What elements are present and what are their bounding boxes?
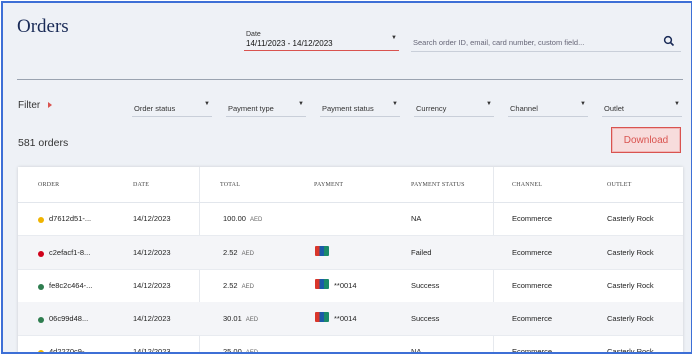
table-row[interactable]: fe8c2c464-... 14/12/2023 2.52 AED **0014 Succ… [18, 269, 683, 303]
total-amount: 2.52 [223, 281, 238, 290]
caret-down-icon: ▼ [580, 101, 586, 107]
unionpay-card-icon [315, 246, 329, 256]
column-header-date[interactable]: Date [133, 182, 149, 188]
date-label: Date [246, 31, 261, 38]
order-total: 30.01 AED [223, 314, 258, 323]
order-id: d7612d51-... [49, 214, 92, 223]
column-header-channel[interactable]: Channel [512, 182, 542, 188]
dropdown-label: Payment type [228, 104, 274, 113]
currency-code: AED [245, 350, 259, 354]
currency-code: AED [245, 317, 259, 323]
status-dot-icon [38, 251, 44, 257]
order-date: 14/12/2023 [133, 281, 171, 290]
search-icon[interactable] [663, 35, 675, 47]
payment-status: Failed [411, 248, 432, 257]
currency-code: AED [249, 217, 263, 223]
channel: Ecommerce [512, 281, 553, 290]
orders-table: Order Date Total Payment Payment Status … [18, 167, 683, 354]
column-header-total[interactable]: Total [220, 182, 240, 188]
unionpay-card-icon [315, 312, 329, 322]
currency-dropdown[interactable]: Currency ▼ [414, 101, 494, 117]
order-id: 06c99d48... [49, 314, 89, 323]
outlet: Casterly Rock [607, 214, 654, 223]
status-dot-icon [38, 350, 44, 352]
caret-down-icon: ▼ [392, 101, 398, 107]
unionpay-card-icon [315, 279, 329, 289]
channel-dropdown[interactable]: Channel ▼ [508, 101, 588, 117]
payment-status: Success [411, 281, 440, 290]
column-header-payment-status[interactable]: Payment Status [411, 182, 465, 188]
payment-type-dropdown[interactable]: Payment type ▼ [226, 101, 306, 117]
payment-status-dropdown[interactable]: Payment status ▼ [320, 101, 400, 117]
outlet: Casterly Rock [607, 248, 654, 257]
column-header-outlet[interactable]: Outlet [607, 182, 632, 188]
channel: Ecommerce [512, 214, 553, 223]
dropdown-label: Order status [134, 104, 176, 113]
dropdown-label: Currency [416, 104, 447, 113]
table-header: Order Date Total Payment Payment Status … [18, 167, 683, 203]
page-title: Orders [17, 16, 69, 37]
column-header-payment[interactable]: Payment [314, 182, 343, 188]
caret-down-icon: ▼ [674, 101, 680, 107]
orders-count: 581 orders [18, 137, 69, 149]
total-amount: 100.00 [223, 214, 246, 223]
order-date: 14/12/2023 [133, 214, 171, 223]
channel: Ecommerce [512, 248, 553, 257]
caret-down-icon: ▼ [486, 101, 492, 107]
caret-down-icon: ▼ [391, 35, 397, 41]
dropdown-label: Outlet [604, 104, 625, 113]
order-total: 100.00 AED [223, 214, 262, 223]
order-status-dropdown[interactable]: Order status ▼ [132, 101, 212, 117]
order-id: fe8c2c464-... [49, 281, 93, 290]
order-total: 2.52 AED [223, 248, 254, 257]
channel: Ecommerce [512, 314, 553, 323]
currency-code: AED [241, 251, 254, 257]
search-box [411, 34, 681, 52]
status-dot-icon [38, 284, 44, 290]
date-range-value: 14/11/2023 - 14/12/2023 [246, 39, 333, 48]
table-row[interactable]: c2efacf1-8... 14/12/2023 2.52 AED Failed Ecom… [18, 236, 683, 270]
filter-label[interactable]: Filter [18, 100, 40, 111]
download-button[interactable]: Download [611, 127, 681, 153]
date-range-picker[interactable]: Date 14/11/2023 - 14/12/2023 ▼ [244, 31, 399, 51]
total-amount: 2.52 [223, 248, 238, 257]
card-number: **0014 [334, 314, 357, 323]
column-header-order[interactable]: Order [38, 182, 59, 188]
status-dot-icon [38, 217, 44, 223]
expand-arrow-icon[interactable] [48, 102, 52, 108]
caret-down-icon: ▼ [204, 101, 210, 107]
payment-status: NA [411, 214, 422, 223]
outlet: Casterly Rock [607, 314, 654, 323]
order-date: 14/12/2023 [133, 248, 171, 257]
header-divider [17, 79, 683, 80]
order-date: 14/12/2023 [133, 314, 171, 323]
table-row[interactable]: 06c99d48... 14/12/2023 30.01 AED **0014 Succe… [18, 302, 683, 336]
order-id: c2efacf1-8... [49, 248, 91, 257]
orders-page: Orders Date 14/11/2023 - 14/12/2023 ▼ Fi… [1, 1, 692, 354]
dropdown-label: Channel [510, 104, 538, 113]
search-input[interactable] [413, 36, 653, 48]
total-amount: 30.01 [223, 314, 242, 323]
outlet-dropdown[interactable]: Outlet ▼ [602, 101, 682, 117]
dropdown-label: Payment status [322, 104, 374, 113]
outlet: Casterly Rock [607, 281, 654, 290]
card-number: **0014 [334, 281, 357, 290]
caret-down-icon: ▼ [298, 101, 304, 107]
table-row[interactable]: d7612d51-... 14/12/2023 100.00 AED NA Ecommer… [18, 202, 683, 236]
payment-status: Success [411, 314, 440, 323]
table-row[interactable]: 4d2270c9-... 14/12/2023 25.00 AED NA Ecommerc… [18, 335, 683, 354]
status-dot-icon [38, 317, 44, 323]
order-total: 2.52 AED [223, 281, 254, 290]
currency-code: AED [241, 284, 254, 290]
